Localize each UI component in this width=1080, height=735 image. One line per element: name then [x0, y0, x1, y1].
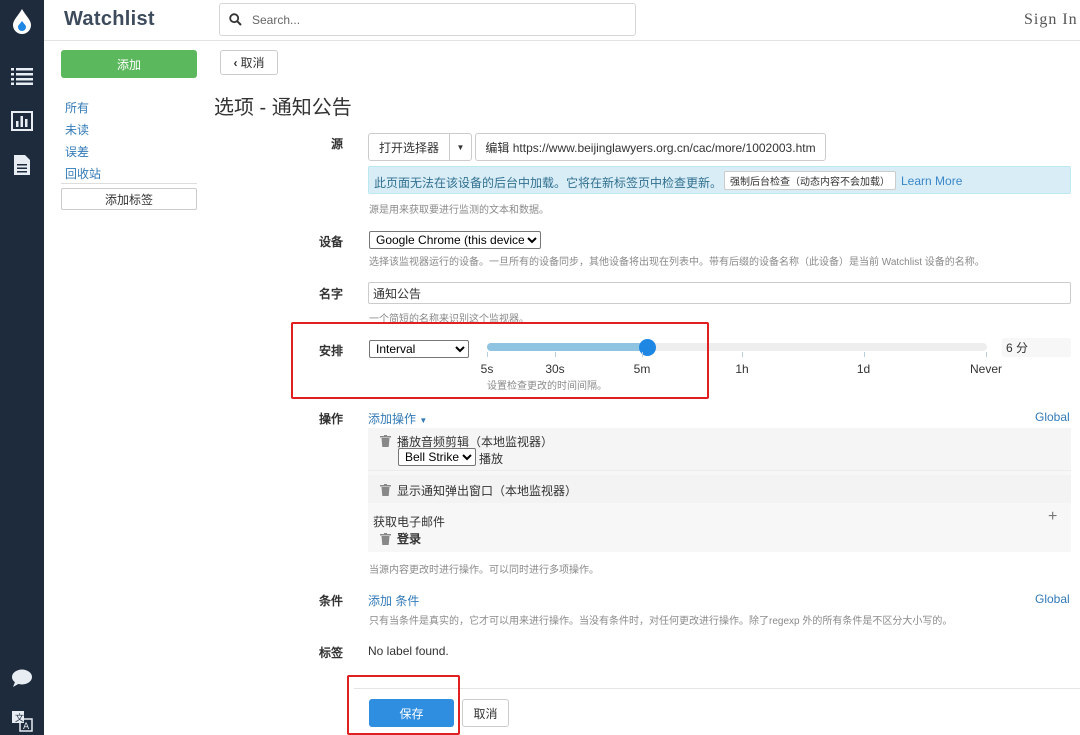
sound-select[interactable]: Bell Strike: [398, 448, 476, 466]
interval-slider-fill: [487, 343, 647, 351]
edit-url-button[interactable]: 编辑 https://www.beijinglawyers.org.cn/cac…: [475, 133, 826, 161]
slider-tick-label: 30s: [545, 362, 565, 376]
document-icon[interactable]: [9, 152, 35, 178]
add-condition-link[interactable]: 添加 条件: [368, 592, 419, 609]
sidebar-item-unread[interactable]: 未读: [65, 121, 89, 138]
sidebar-item-errors[interactable]: 误差: [65, 143, 89, 160]
schedule-mode-select[interactable]: Interval: [369, 340, 469, 358]
actions-help: 当源内容更改时进行操作。可以同时进行多项操作。: [369, 565, 599, 576]
slider-tick-label: 1h: [735, 362, 749, 376]
list-icon[interactable]: [9, 63, 35, 89]
slider-tick-mark: [863, 352, 865, 357]
actions-global-link[interactable]: Global: [1035, 410, 1070, 424]
cancel-top-label: 取消: [240, 56, 265, 70]
add-tag-button[interactable]: 添加标签: [61, 188, 197, 210]
conditions-global-link[interactable]: Global: [1035, 592, 1070, 606]
add-action-label: 添加操作: [368, 412, 417, 426]
conditions-label: 条件: [319, 594, 344, 608]
chevron-left-icon: ‹: [233, 55, 238, 70]
interval-slider-track[interactable]: [487, 343, 987, 351]
plus-icon[interactable]: +: [1048, 508, 1057, 526]
open-picker-button[interactable]: 打开选择器: [368, 133, 450, 161]
slider-tick-label: 1d: [856, 362, 871, 376]
tags-empty-text: No label found.: [368, 644, 449, 658]
page-title: 选项 - 通知公告: [214, 97, 352, 119]
translate-icon[interactable]: 文A: [9, 708, 35, 734]
conditions-help: 只有当条件是真实的，它才可以用来进行操作。当没有条件时，对任何更改进行操作。除了…: [369, 616, 953, 627]
learn-more-link[interactable]: Learn More: [901, 174, 962, 188]
slider-tick-mark: [487, 352, 488, 357]
action-item-sound: 播放音频剪辑（本地监视器） Bell Strike 播放: [368, 428, 1071, 471]
login-link[interactable]: 登录: [397, 530, 421, 547]
left-rail: 文A: [0, 0, 44, 735]
schedule-label: 安排: [319, 344, 344, 358]
play-link[interactable]: 播放: [479, 450, 503, 467]
sidebar-item-all[interactable]: 所有: [65, 99, 89, 116]
trash-icon[interactable]: [380, 533, 391, 545]
slider-tick-label: 5s: [480, 362, 494, 376]
trash-icon[interactable]: [380, 484, 391, 496]
slider-tick-mark: [642, 352, 643, 357]
cancel-button[interactable]: 取消: [462, 699, 509, 727]
device-help: 选择该监视器运行的设备。一旦所有的设备同步，其他设备将出现在列表中。带有后缀的设…: [369, 257, 985, 268]
app-title: Watchlist: [64, 8, 155, 30]
search-input[interactable]: [250, 9, 630, 31]
save-button[interactable]: 保存: [369, 699, 454, 727]
force-background-check-button[interactable]: 强制后台检查（动态内容不会加载）: [724, 171, 896, 190]
slider-tick-mark: [986, 352, 987, 357]
caret-down-icon: ▼: [456, 142, 465, 152]
actions-label: 操作: [319, 412, 344, 426]
header-divider: [44, 40, 1080, 41]
action-item-popup: 显示通知弹出窗口（本地监视器）: [368, 475, 1071, 503]
slider-tick-mark: [742, 352, 743, 357]
add-action-link[interactable]: 添加操作 ▼: [368, 410, 427, 427]
sidebar-divider: [61, 183, 197, 184]
chart-icon[interactable]: [9, 108, 35, 134]
search-box[interactable]: [219, 3, 636, 36]
chat-icon[interactable]: [9, 665, 35, 691]
sidebar-item-trash[interactable]: 回收站: [65, 165, 101, 182]
sign-in-link[interactable]: Sign In: [1024, 11, 1078, 29]
background-load-alert: 此页面无法在该设备的后台中加载。它将在新标签页中检查更新。 强制后台检查（动态内…: [368, 166, 1071, 194]
email-action-title: 获取电子邮件: [373, 515, 446, 529]
caret-down-icon: ▼: [419, 416, 428, 425]
schedule-help: 设置检查更改的时间间隔。: [487, 381, 607, 392]
source-help: 源是用来获取要进行监测的文本和数据。: [369, 205, 549, 216]
tags-label: 标签: [319, 646, 344, 660]
add-button[interactable]: 添加: [61, 50, 197, 78]
actions-list: 播放音频剪辑（本地监视器） Bell Strike 播放 显示通知弹出窗口（本地…: [368, 428, 1071, 552]
slider-tick-label: Never: [969, 362, 1003, 376]
droplet-logo-icon[interactable]: [9, 8, 35, 34]
svg-text:A: A: [23, 722, 30, 732]
slider-tick-mark: [555, 352, 556, 357]
alert-text: 此页面无法在该设备的后台中加载。它将在新标签页中检查更新。: [374, 176, 723, 190]
device-label: 设备: [319, 235, 344, 249]
device-select[interactable]: Google Chrome (this device): [369, 231, 541, 249]
footer-divider: [354, 688, 1080, 689]
search-icon: [229, 13, 242, 29]
action-popup-text: 显示通知弹出窗口（本地监视器）: [397, 484, 578, 498]
source-label: 源: [331, 137, 344, 151]
name-help: 一个简短的名称来识别这个监视器。: [369, 314, 529, 325]
name-field[interactable]: [368, 282, 1071, 304]
cancel-top-button[interactable]: ‹ 取消: [220, 50, 278, 75]
interval-value-field[interactable]: [1002, 338, 1071, 357]
slider-tick-label: 5m: [633, 362, 651, 376]
picker-dropdown-button[interactable]: ▼: [449, 133, 472, 161]
name-label: 名字: [319, 287, 344, 301]
trash-icon[interactable]: [380, 435, 391, 447]
